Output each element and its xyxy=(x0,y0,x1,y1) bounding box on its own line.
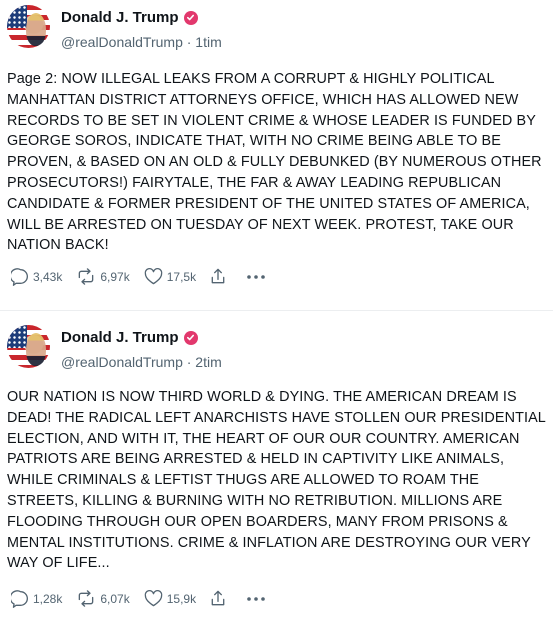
reply-count: 1,28k xyxy=(33,591,63,606)
repost-icon xyxy=(75,589,97,608)
author-name[interactable]: Donald J. Trump xyxy=(61,329,179,346)
repost-icon xyxy=(75,267,97,286)
handle-and-time[interactable]: @realDonaldTrump · 2tim xyxy=(61,354,222,370)
author-row: Donald J. Trump xyxy=(61,329,198,346)
reply-icon xyxy=(11,267,30,286)
more-icon xyxy=(246,596,266,602)
avatar[interactable] xyxy=(7,325,50,368)
reply-button[interactable]: 3,43k xyxy=(11,267,62,286)
more-button[interactable] xyxy=(246,274,266,280)
like-button[interactable]: 17,5k xyxy=(143,267,196,286)
repost-button[interactable]: 6,07k xyxy=(75,589,130,608)
handle-and-time[interactable]: @realDonaldTrump · 1tim xyxy=(61,34,222,50)
like-button[interactable]: 15,9k xyxy=(143,589,196,608)
like-icon xyxy=(143,589,164,608)
reply-icon xyxy=(11,589,30,608)
action-bar: 1,28k 6,07k 15,9k xyxy=(11,589,279,608)
share-icon xyxy=(209,267,227,286)
post-text: Page 2: NOW ILLEGAL LEAKS FROM A CORRUPT… xyxy=(7,71,542,254)
repost-count: 6,97k xyxy=(100,269,130,284)
like-icon xyxy=(143,267,164,286)
author-name[interactable]: Donald J. Trump xyxy=(61,9,179,26)
repost-count: 6,07k xyxy=(100,591,130,606)
repost-button[interactable]: 6,97k xyxy=(75,267,130,286)
share-button[interactable] xyxy=(209,589,227,608)
verified-badge-icon xyxy=(183,10,198,25)
post[interactable]: Donald J. Trump @realDonaldTrump · 2tim … xyxy=(0,312,553,626)
post-text: OUR NATION IS NOW THIRD WORLD & DYING. T… xyxy=(7,389,546,572)
action-bar: 3,43k 6,97k 17,5k xyxy=(11,267,279,286)
like-count: 17,5k xyxy=(166,269,197,284)
like-count: 15,9k xyxy=(166,591,197,606)
verified-badge-icon xyxy=(183,330,198,345)
avatar[interactable] xyxy=(7,5,50,48)
more-icon xyxy=(246,274,266,280)
share-icon xyxy=(209,589,227,608)
more-button[interactable] xyxy=(246,596,266,602)
author-row: Donald J. Trump xyxy=(61,9,198,26)
reply-button[interactable]: 1,28k xyxy=(11,589,62,608)
share-button[interactable] xyxy=(209,267,227,286)
post[interactable]: Donald J. Trump @realDonaldTrump · 1tim … xyxy=(0,0,553,311)
reply-count: 3,43k xyxy=(33,269,63,284)
post-feed: Donald J. Trump @realDonaldTrump · 1tim … xyxy=(0,0,553,626)
